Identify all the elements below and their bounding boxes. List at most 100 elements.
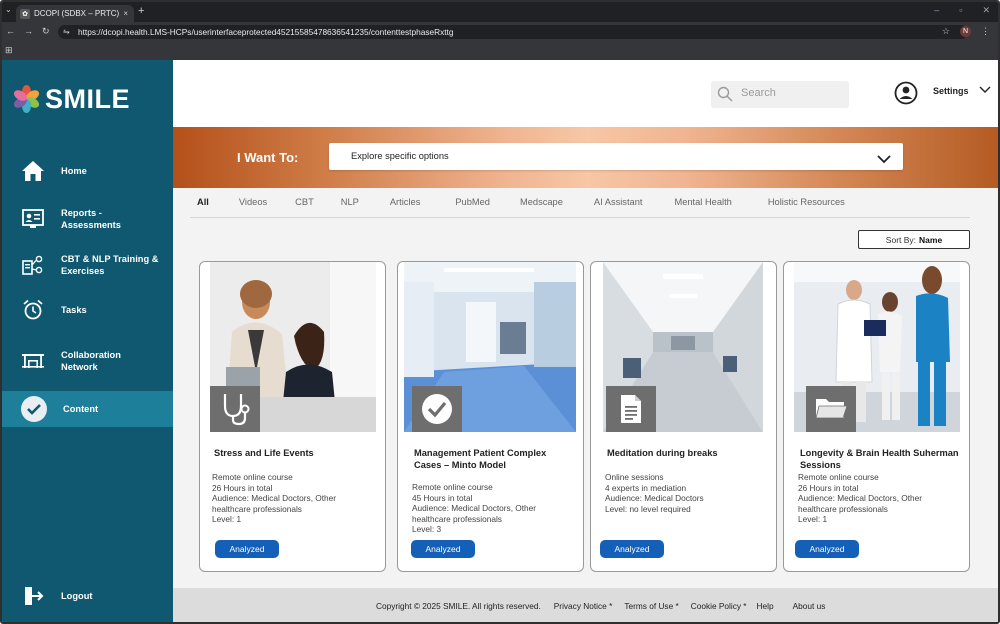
cookie-link[interactable]: Cookie Policy * (691, 601, 747, 611)
sidebar-item-label: Reports - Assessments (61, 208, 121, 230)
content-card[interactable]: Longevity & Brain Health Suherman Sessio… (783, 261, 970, 572)
nav-buttons: ← → ↻ (6, 26, 50, 37)
sidebar-item-label: CBT & NLP Training & Exercises (61, 254, 159, 276)
tab-articles[interactable]: Articles (390, 197, 420, 213)
new-tab-button[interactable]: + (138, 5, 144, 17)
profile-avatar[interactable]: N (960, 26, 971, 37)
user-avatar-icon[interactable] (894, 81, 918, 105)
maximize-icon[interactable]: ▫ (959, 5, 962, 16)
reports-icon (20, 207, 46, 231)
training-icon (20, 253, 46, 277)
tab-mental-health[interactable]: Mental Health (674, 197, 731, 213)
tab-all[interactable]: All (197, 197, 209, 213)
minimize-icon[interactable]: – (934, 5, 939, 16)
tabs-divider (190, 217, 970, 218)
card-title: Longevity & Brain Health Suherman Sessio… (800, 448, 959, 470)
content-card[interactable]: Meditation during breaks Online sessions… (590, 261, 777, 572)
chevron-down-icon (979, 86, 991, 96)
i-want-to-banner: I Want To: Explore specific options (173, 127, 998, 188)
tab-ai-assistant[interactable]: AI Assistant (594, 197, 643, 213)
about-link[interactable]: About us (793, 601, 826, 611)
sidebar-item-label: Content (63, 404, 99, 414)
logo-text: SMILE (45, 83, 131, 114)
card-description: Remote online course 45 Hours in total Aud… (412, 482, 537, 535)
check-circle-icon (21, 396, 47, 422)
close-window-icon[interactable]: ✕ (982, 5, 990, 16)
content-card[interactable]: Management Patient Complex Cases – Minto… (397, 261, 584, 572)
reload-icon[interactable]: ↻ (42, 26, 50, 37)
sidebar-item-tasks[interactable]: Tasks (2, 298, 173, 322)
chevron-down-icon (877, 151, 891, 169)
i-want-to-dropdown[interactable]: Explore specific options (329, 143, 903, 170)
forward-icon[interactable]: → (24, 26, 33, 37)
content-card[interactable]: Stress and Life Events Remote online cou… (199, 261, 386, 572)
sidebar-item-label: Logout (61, 591, 93, 601)
settings-menu[interactable]: Settings (933, 86, 991, 96)
address-bar-actions: ☆ N ⋮ (942, 26, 990, 37)
sidebar-item-logout[interactable]: Logout (2, 584, 173, 608)
privacy-link[interactable]: Privacy Notice * (554, 601, 613, 611)
sidebar-item-cbt-nlp[interactable]: CBT & NLP Training & Exercises (2, 250, 173, 280)
sidebar-item-label: Tasks (61, 305, 87, 315)
url-field[interactable]: ⇋ https://dcopi.health.LMS-HCPs/userinte… (58, 25, 968, 39)
folder-icon (806, 386, 856, 432)
sort-by-label: Sort By: (885, 234, 917, 245)
footer: Copyright © 2025 SMILE. All rights reser… (173, 588, 998, 622)
copyright-text: Copyright © 2025 SMILE. All rights reser… (376, 601, 541, 611)
search-box[interactable] (711, 81, 849, 108)
filter-tabs: All Videos CBT NLP Articles PubMed Medsc… (197, 197, 845, 213)
bookmark-star-icon[interactable]: ☆ (942, 26, 950, 37)
site-info-icon[interactable]: ⇋ (63, 25, 70, 39)
sort-by-value: Name (919, 234, 943, 245)
help-link[interactable]: Help (757, 601, 774, 611)
sidebar-item-collaboration[interactable]: Collaboration Network (2, 346, 173, 376)
card-title: Management Patient Complex Cases – Minto… (414, 448, 547, 470)
document-icon (606, 386, 656, 432)
terms-link[interactable]: Terms of Use * (624, 601, 678, 611)
url-text: https://dcopi.health.LMS-HCPs/userinterf… (78, 27, 454, 37)
bookmarks-bar: ⊞ (2, 42, 998, 60)
tab-close-icon[interactable]: × (123, 9, 128, 18)
home-icon (20, 159, 46, 183)
logo[interactable]: SMILE (12, 82, 130, 116)
tab-search-icon[interactable]: ⌄ (5, 5, 12, 14)
analyzed-button[interactable]: Analyzed (795, 540, 859, 558)
logo-flower-icon (12, 84, 42, 114)
sidebar-item-label: Home (61, 166, 87, 176)
apps-grid-icon[interactable]: ⊞ (5, 45, 13, 56)
analyzed-button[interactable]: Analyzed (600, 540, 664, 558)
checkmark-icon (412, 386, 462, 432)
sidebar-item-reports[interactable]: Reports - Assessments (2, 204, 173, 234)
settings-label: Settings (933, 86, 969, 96)
browser-tab[interactable]: ✿ DCOPI (SDBX – PRTC) × (16, 5, 134, 22)
dropdown-value: Explore specific options (351, 151, 449, 161)
sidebar: SMILE Home Reports - Assessments CBT & N… (2, 60, 173, 622)
tab-cbt[interactable]: CBT (295, 197, 314, 213)
content-area: All Videos CBT NLP Articles PubMed Medsc… (173, 188, 998, 588)
tab-pubmed[interactable]: PubMed (455, 197, 490, 213)
card-title: Meditation during breaks (607, 448, 718, 458)
sort-by-button[interactable]: Sort By: Name (858, 230, 970, 249)
alarm-clock-icon (20, 298, 46, 322)
search-icon (717, 86, 733, 107)
search-input[interactable] (741, 87, 841, 99)
card-description: Online sessions 4 experts in mediation Aud… (605, 472, 704, 514)
window-controls: – ▫ ✕ (934, 5, 990, 16)
tab-nlp[interactable]: NLP (341, 197, 359, 213)
sidebar-item-content[interactable]: Content (2, 391, 173, 427)
menu-icon[interactable]: ⋮ (981, 26, 990, 37)
sidebar-item-home[interactable]: Home (2, 158, 173, 184)
footer-links: Copyright © 2025 SMILE. All rights reser… (376, 601, 825, 611)
tab-medscape[interactable]: Medscape (520, 197, 563, 213)
tab-holistic-resources[interactable]: Holistic Resources (768, 197, 845, 213)
card-description: Remote online course 26 Hours in total Aud… (798, 472, 923, 525)
back-icon[interactable]: ← (6, 26, 15, 37)
tab-videos[interactable]: Videos (239, 197, 267, 213)
card-title: Stress and Life Events (214, 448, 314, 458)
main-content: Settings I Want To: Explore specific opt… (173, 60, 998, 622)
logout-icon (20, 584, 46, 608)
analyzed-button[interactable]: Analyzed (411, 540, 475, 558)
favicon-icon: ✿ (20, 8, 30, 19)
analyzed-button[interactable]: Analyzed (215, 540, 279, 558)
network-icon (20, 349, 46, 373)
